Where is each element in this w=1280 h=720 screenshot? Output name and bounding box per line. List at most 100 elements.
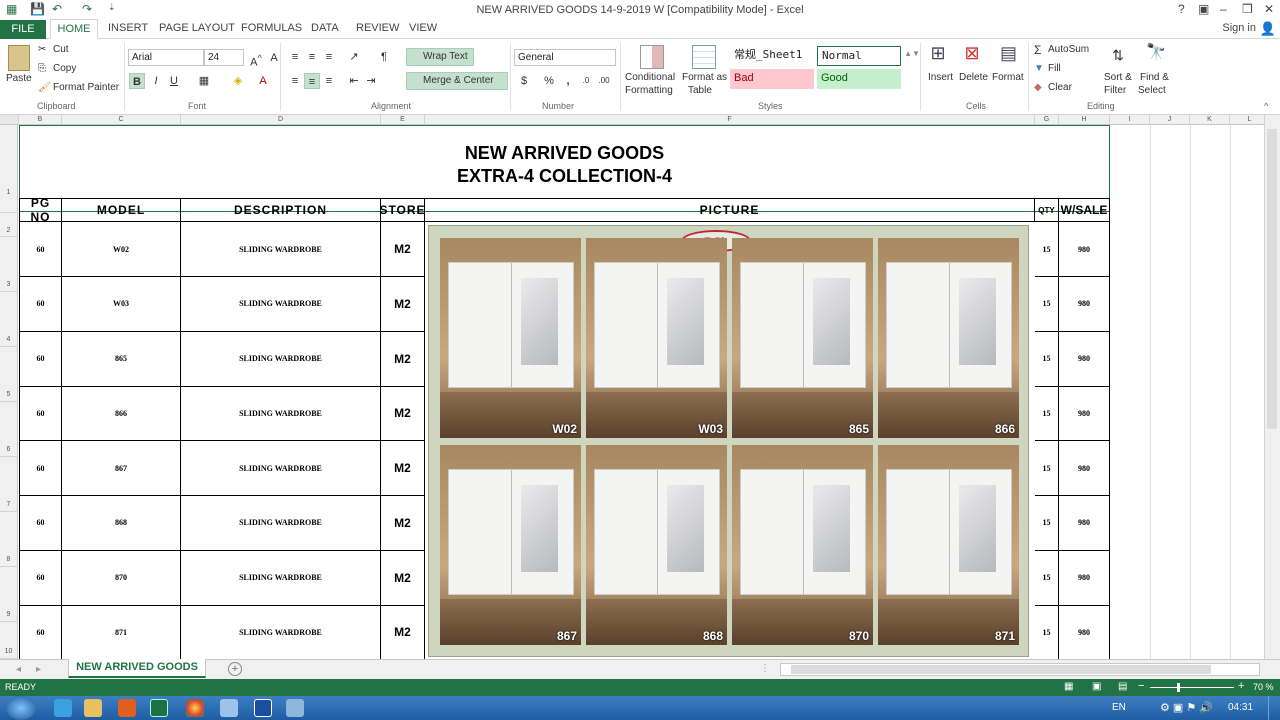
copy-button[interactable]: Copy [53, 63, 76, 74]
cell-description[interactable]: SLIDING WARDROBE [181, 495, 381, 551]
cell-store[interactable]: M2 [381, 222, 425, 277]
hscroll-dots-icon[interactable]: ⋮ [760, 663, 770, 674]
cut-icon[interactable]: ✂ [38, 44, 46, 55]
copy-icon[interactable]: ⎘ [38, 63, 46, 74]
column-header-c[interactable]: C [62, 115, 181, 125]
cell-pg-no[interactable]: 60 [19, 605, 62, 659]
conditional-formatting-button-line2[interactable]: Formatting [625, 85, 673, 96]
zoom-out-button[interactable]: − [1138, 680, 1144, 692]
language-indicator[interactable]: EN [1112, 702, 1126, 713]
cell-description[interactable]: SLIDING WARDROBE [181, 441, 381, 496]
borders-icon[interactable]: ▦ [196, 73, 212, 89]
horizontal-scrollbar[interactable] [780, 663, 1260, 676]
cell-store[interactable]: M2 [381, 386, 425, 442]
cell-description[interactable]: SLIDING WARDROBE [181, 605, 381, 659]
scroll-left-icon[interactable]: ◂ [16, 664, 21, 675]
row-header-8[interactable]: 8 [0, 512, 18, 567]
page-layout-view-icon[interactable]: ▣ [1092, 681, 1101, 692]
cell-store[interactable]: M2 [381, 605, 425, 659]
cell-wsale[interactable]: 980 [1059, 331, 1110, 387]
format-button[interactable]: Format [992, 72, 1024, 83]
column-header-g[interactable]: G [1035, 115, 1059, 125]
clock[interactable]: 04:31 [1228, 702, 1253, 713]
tab-file[interactable]: FILE [0, 20, 46, 39]
row-header-5[interactable]: 5 [0, 347, 18, 402]
cell-pg-no[interactable]: 60 [19, 495, 62, 551]
row-header-6[interactable]: 6 [0, 402, 18, 457]
delete-button[interactable]: Delete [959, 72, 988, 83]
select-all-corner[interactable] [0, 115, 19, 125]
format-cells-icon[interactable]: ▤ [1000, 44, 1017, 62]
cell-qty[interactable]: 15 [1035, 331, 1059, 387]
cell-store[interactable]: M2 [381, 276, 425, 332]
style-sheet1[interactable]: 常规_Sheet1 [730, 46, 814, 66]
new-sheet-icon[interactable]: + [228, 662, 242, 676]
find-select-icon[interactable]: 🔭 [1146, 45, 1166, 61]
format-as-table-button-line2[interactable]: Table [688, 85, 712, 96]
page-break-view-icon[interactable]: ▤ [1118, 681, 1127, 692]
normal-view-icon[interactable]: ▦ [1064, 681, 1073, 692]
align-center-icon[interactable]: ≡ [304, 73, 320, 89]
start-button-icon[interactable] [6, 696, 36, 720]
help-button[interactable]: ? [1178, 2, 1185, 16]
cell-store[interactable]: M2 [381, 550, 425, 606]
column-header-b[interactable]: B [19, 115, 62, 125]
app-icon-3[interactable] [286, 699, 304, 717]
cell-model[interactable]: 866 [62, 386, 181, 442]
find-select-button[interactable]: Find & [1140, 72, 1169, 83]
fill-color-icon[interactable]: ◈ [230, 73, 246, 89]
decrease-indent-icon[interactable]: ⇤ [346, 73, 362, 89]
cell-qty[interactable]: 15 [1035, 550, 1059, 606]
horizontal-scroll-thumb[interactable] [791, 665, 1211, 674]
vertical-scroll-thumb[interactable] [1267, 129, 1277, 429]
font-color-icon[interactable]: A [255, 73, 271, 89]
top-align-icon[interactable]: ≡ [287, 49, 303, 65]
cell-pg-no[interactable]: 60 [19, 222, 62, 277]
cell-description[interactable]: SLIDING WARDROBE [181, 276, 381, 332]
paste-button[interactable]: Paste [6, 73, 32, 84]
orientation-icon[interactable]: ↗ [346, 49, 362, 65]
tab-review[interactable]: REVIEW [356, 22, 399, 34]
row-header-7[interactable]: 7 [0, 457, 18, 512]
minimize-button[interactable]: – [1220, 2, 1227, 16]
worksheet-grid[interactable]: B C D E F G H I J K L M 1 2 3 4 5 6 7 8 … [0, 115, 1280, 659]
column-header-f[interactable]: F [425, 115, 1035, 125]
accounting-format-icon[interactable]: $ [516, 73, 532, 89]
cell-wsale[interactable]: 980 [1059, 276, 1110, 332]
cell-pg-no[interactable]: 60 [19, 386, 62, 442]
tab-home[interactable]: HOME [50, 19, 98, 39]
row-header-10[interactable]: 10 [0, 622, 18, 659]
column-header-h[interactable]: H [1059, 115, 1110, 125]
app-icon-2[interactable] [254, 699, 272, 717]
cell-qty[interactable]: 15 [1035, 276, 1059, 332]
tray-icons[interactable]: ⚙ ▣ ⚑ 🔊 [1160, 701, 1213, 714]
header-qty[interactable]: QTY [1035, 198, 1059, 222]
show-desktop-button[interactable] [1268, 696, 1280, 720]
zoom-slider-thumb[interactable] [1177, 683, 1180, 692]
insert-button[interactable]: Insert [928, 72, 953, 83]
underline-button[interactable]: U [166, 73, 182, 89]
chrome-icon[interactable] [186, 699, 204, 717]
media-player-icon[interactable] [118, 699, 136, 717]
cell-wsale[interactable]: 980 [1059, 605, 1110, 659]
font-name-select[interactable]: Arial [128, 49, 204, 66]
cell-store[interactable]: M2 [381, 495, 425, 551]
row-header-2[interactable]: 2 [0, 213, 18, 237]
header-description[interactable]: DESCRIPTION [181, 198, 381, 222]
fill-icon[interactable]: ▼ [1034, 63, 1044, 74]
column-header-j[interactable]: J [1150, 115, 1190, 125]
cell-pg-no[interactable]: 60 [19, 276, 62, 332]
merge-center-button[interactable]: Merge & Center [406, 72, 508, 90]
sort-filter-button-line2[interactable]: Filter [1104, 85, 1126, 96]
scroll-right-icon[interactable]: ▸ [36, 664, 41, 675]
conditional-formatting-icon[interactable] [640, 45, 664, 69]
tab-page-layout[interactable]: PAGE LAYOUT [159, 22, 235, 34]
cell-wsale[interactable]: 980 [1059, 222, 1110, 277]
delete-cells-icon[interactable]: ⊠ [964, 44, 980, 62]
align-right-icon[interactable]: ≡ [321, 73, 337, 89]
format-as-table-button[interactable]: Format as [682, 72, 727, 83]
cell-model[interactable]: 871 [62, 605, 181, 659]
column-header-k[interactable]: K [1190, 115, 1230, 125]
cell-qty[interactable]: 15 [1035, 495, 1059, 551]
cell-pg-no[interactable]: 60 [19, 550, 62, 606]
